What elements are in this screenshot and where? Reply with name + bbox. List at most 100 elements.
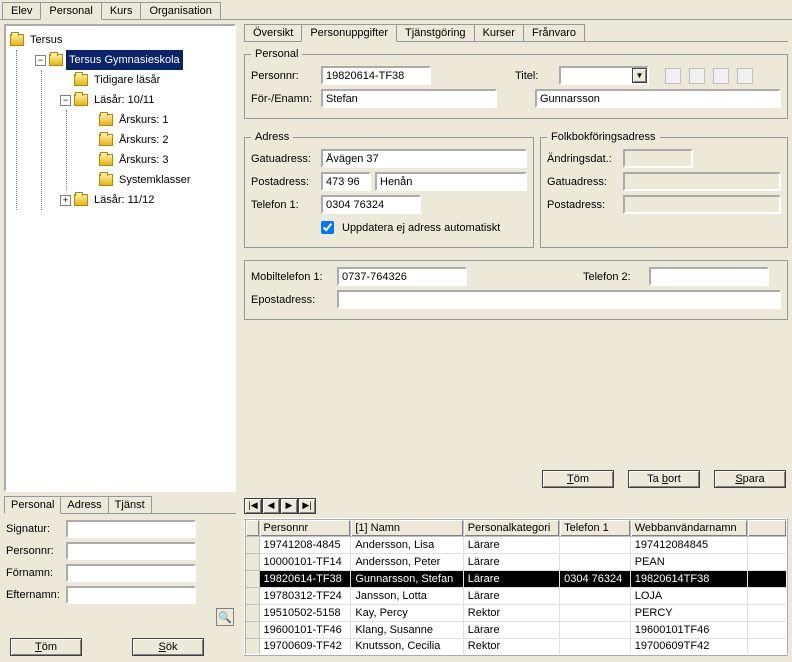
table-row[interactable]: 10000101-TF14Andersson, PeterLärarePEAN <box>245 553 787 570</box>
tree-node-ak1[interactable]: Årskurs: 1 <box>116 110 172 130</box>
tree-expand-icon[interactable]: + <box>60 195 71 206</box>
tool-icon-4[interactable] <box>737 68 753 84</box>
tree-node-lasar1112[interactable]: Läsår: 11/12 <box>91 190 157 210</box>
clear-button[interactable]: Töm <box>10 638 82 656</box>
input-personnr-d[interactable] <box>321 66 431 85</box>
tool-icon-1[interactable] <box>665 68 681 84</box>
detail-clear-button[interactable]: Töm <box>542 470 614 488</box>
tree-node-school[interactable]: Tersus Gymnasieskola <box>66 50 183 70</box>
subtab-tjanst[interactable]: Tjänst <box>108 496 152 513</box>
label-andr: Ändringsdat.: <box>547 153 619 165</box>
folder-icon <box>99 114 113 126</box>
input-gatu[interactable] <box>321 149 527 168</box>
grid-nav: |◀ ◀ ▶ ▶| <box>244 498 788 514</box>
adress-legend: Adress <box>251 131 293 143</box>
delete-button[interactable]: Ta bort <box>628 470 700 488</box>
label-forenamn: För-/Enamn: <box>251 93 317 105</box>
input-fornamn[interactable] <box>66 564 196 582</box>
tab-oversikt[interactable]: Översikt <box>244 24 302 41</box>
nav-next-icon[interactable]: ▶ <box>280 498 298 514</box>
label-fbk-post: Postadress: <box>547 199 619 211</box>
label-noautoupdate: Uppdatera ej adress automatiskt <box>342 222 500 234</box>
subtab-adress[interactable]: Adress <box>60 496 108 513</box>
nav-last-icon[interactable]: ▶| <box>298 498 316 514</box>
input-epost[interactable] <box>337 290 781 309</box>
tree-node-ak3[interactable]: Årskurs: 3 <box>116 150 172 170</box>
tree-root[interactable]: Tersus <box>27 30 65 50</box>
search-panel: Signatur: Personnr: Förnamn: Efternamn: … <box>4 514 236 632</box>
subtab-personal[interactable]: Personal <box>4 496 61 514</box>
label-personnr: Personnr: <box>6 545 66 557</box>
nav-prev-icon[interactable]: ◀ <box>262 498 280 514</box>
label-titel: Titel: <box>515 70 555 82</box>
table-row[interactable]: 19741208-4845Andersson, LisaLärare197412… <box>245 536 787 553</box>
label-epost: Epostadress: <box>251 294 331 306</box>
checkbox-noautoupdate[interactable] <box>321 221 334 234</box>
table-row[interactable]: 19700609-TF42Knutsson, CeciliaRektor1970… <box>245 638 787 655</box>
folder-icon <box>74 74 88 86</box>
folder-icon <box>99 134 113 146</box>
nav-first-icon[interactable]: |◀ <box>244 498 262 514</box>
tab-tjanstgoring[interactable]: Tjänstgöring <box>396 24 475 41</box>
folder-icon <box>74 194 88 206</box>
tree-node-sys[interactable]: Systemklasser <box>116 170 194 190</box>
tab-elev[interactable]: Elev <box>2 2 41 19</box>
input-personnr[interactable] <box>66 542 196 560</box>
label-personnr-d: Personnr: <box>251 70 317 82</box>
label-gatu: Gatuadress: <box>251 153 317 165</box>
folder-icon <box>99 154 113 166</box>
input-postort[interactable] <box>375 172 527 191</box>
tool-icon-3[interactable] <box>713 68 729 84</box>
adress-group: Adress Gatuadress: Postadress: Telefon 1… <box>244 131 534 248</box>
folder-icon <box>74 94 88 106</box>
label-efternamn: Efternamn: <box>6 589 66 601</box>
tab-personal[interactable]: Personal <box>40 2 101 20</box>
tree-node-ak2[interactable]: Årskurs: 2 <box>116 130 172 150</box>
grid-header-namn[interactable]: [1] Namn <box>351 519 463 537</box>
contact-group: Mobiltelefon 1: Telefon 2: Epostadress: <box>244 260 788 320</box>
table-row[interactable]: 19780312-TF24Jansson, LottaLärareLOJA <box>245 587 787 604</box>
tree-node-lasar1011[interactable]: Läsår: 10/11 <box>91 90 157 110</box>
input-fbk-gatu <box>623 172 781 191</box>
input-fornamn-d[interactable] <box>321 89 497 108</box>
table-row[interactable]: 19510502-5158Kay, PercyRektorPERCY <box>245 604 787 621</box>
tree-collapse-icon[interactable]: − <box>35 55 46 66</box>
input-tel2[interactable] <box>649 267 769 286</box>
grid-header-webbanv[interactable]: Webbanvändarnamn <box>630 519 747 537</box>
input-mobil[interactable] <box>337 267 467 286</box>
tree-node-tidigare[interactable]: Tidigare läsår <box>91 70 163 90</box>
folder-icon <box>10 34 24 46</box>
tab-personuppgifter[interactable]: Personuppgifter <box>301 24 397 42</box>
input-tel1[interactable] <box>321 195 421 214</box>
search-icon[interactable]: 🔍 <box>216 608 234 626</box>
label-signatur: Signatur: <box>6 523 66 535</box>
input-signatur[interactable] <box>66 520 196 538</box>
search-button[interactable]: Sök <box>132 638 204 656</box>
input-postnr[interactable] <box>321 172 371 191</box>
label-fornamn: Förnamn: <box>6 567 66 579</box>
table-row[interactable]: 19600101-TF46Klang, SusanneLärare1960010… <box>245 621 787 638</box>
input-efternamn-d[interactable] <box>535 89 781 108</box>
org-tree[interactable]: Tersus − Tersus Gymnasieskola Tidigare l… <box>4 24 236 492</box>
input-efternamn[interactable] <box>66 586 196 604</box>
tab-kurs[interactable]: Kurs <box>101 2 142 19</box>
label-post: Postadress: <box>251 176 317 188</box>
folder-icon <box>99 174 113 186</box>
label-tel1: Telefon 1: <box>251 199 317 211</box>
grid-header-tel1[interactable]: Telefon 1 <box>560 519 631 537</box>
select-titel[interactable]: ▼ <box>559 66 649 85</box>
tab-organisation[interactable]: Organisation <box>140 2 220 19</box>
tool-icon-2[interactable] <box>689 68 705 84</box>
save-button[interactable]: Spara <box>714 470 786 488</box>
detail-tabs: Översikt Personuppgifter Tjänstgöring Ku… <box>244 24 788 42</box>
chevron-down-icon[interactable]: ▼ <box>632 68 647 83</box>
tree-collapse-icon[interactable]: − <box>60 95 71 106</box>
grid-header-kategori[interactable]: Personalkategori <box>463 519 559 537</box>
input-andr <box>623 149 693 168</box>
grid-header-personnr[interactable]: Personnr <box>259 519 351 537</box>
tab-kurser[interactable]: Kurser <box>474 24 524 41</box>
table-row[interactable]: 19820614-TF38Gunnarsson, StefanLärare030… <box>245 570 787 587</box>
tab-franvaro[interactable]: Frånvaro <box>523 24 585 41</box>
personal-grid[interactable]: Personnr [1] Namn Personalkategori Telef… <box>244 518 788 657</box>
personal-legend: Personal <box>251 48 302 60</box>
